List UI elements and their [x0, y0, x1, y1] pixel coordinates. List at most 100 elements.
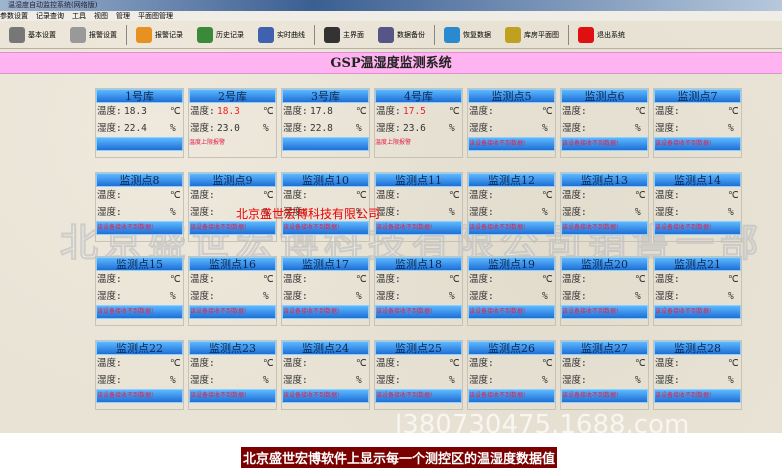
temp-row: 温度: ℃	[561, 187, 648, 204]
card-header: 监测点5	[468, 89, 555, 103]
monitor-card[interactable]: 监测点27 温度: ℃ 湿度:% 该设备接收不到数据!	[560, 340, 649, 410]
temp-unit: ℃	[542, 190, 553, 201]
restore-icon	[444, 26, 460, 43]
toolbar-button[interactable]: 退出系统	[573, 23, 630, 47]
window-title: 温湿度自动监控系统(网络版)	[0, 0, 782, 11]
monitor-card[interactable]: 监测点20 温度: ℃ 湿度:% 该设备接收不到数据!	[560, 256, 649, 326]
hum-value: 23.6	[403, 123, 426, 134]
monitor-card[interactable]: 监测点26 温度: ℃ 湿度:% 该设备接收不到数据!	[467, 340, 556, 410]
card-status: 该设备接收不到数据!	[96, 305, 183, 319]
card-status: 温度上限报警	[375, 139, 412, 146]
temp-label: 温度:	[469, 190, 494, 201]
card-header: 监测点23	[189, 341, 276, 355]
alarm-icon	[136, 26, 152, 43]
temp-label: 温度:	[97, 358, 122, 369]
temp-label: 温度:	[655, 106, 680, 117]
monitor-card[interactable]: 2号库 温度: 18.3 ℃ 湿度: 23.0% 温度上限报警	[188, 88, 277, 158]
monitor-card[interactable]: 监测点24 温度: ℃ 湿度:% 该设备接收不到数据!	[281, 340, 370, 410]
card-header: 监测点26	[468, 341, 555, 355]
toolbar-button[interactable]: 实时曲线	[253, 23, 310, 47]
monitor-card[interactable]: 监测点14 温度: ℃ 湿度:% 该设备接收不到数据!	[653, 172, 742, 242]
temp-label: 温度:	[562, 274, 587, 285]
menu-item[interactable]: 管理	[116, 11, 130, 21]
app-window: 温湿度自动监控系统(网络版) 参数设置 记录查询 工具 视图 管理 平面图管理 基本设置 报…	[0, 0, 782, 433]
menu-item[interactable]: 记录查询	[36, 11, 64, 21]
menu-item[interactable]: 工具	[72, 11, 86, 21]
temp-row: 温度: ℃	[282, 271, 369, 288]
monitor-card[interactable]: 监测点28 温度: ℃ 湿度:% 该设备接收不到数据!	[653, 340, 742, 410]
temp-label: 温度:	[376, 358, 401, 369]
monitor-card[interactable]: 监测点7 温度: ℃ 湿度:% 该设备接收不到数据!	[653, 88, 742, 158]
card-status: 该设备接收不到数据!	[561, 389, 648, 403]
toolbar-label: 数据备份	[397, 30, 425, 39]
monitor-card[interactable]: 监测点6 温度: ℃ 湿度:% 该设备接收不到数据!	[560, 88, 649, 158]
monitor-card[interactable]: 4号库 温度: 17.5 ℃ 湿度: 23.6% 温度上限报警	[374, 88, 463, 158]
toolbar-separator	[126, 24, 127, 45]
temp-unit: ℃	[635, 106, 646, 117]
card-header: 监测点14	[654, 173, 741, 187]
monitor-card[interactable]: 监测点5 温度: ℃ 湿度:% 该设备接收不到数据!	[467, 88, 556, 158]
monitor-card[interactable]: 监测点16 温度: ℃ 湿度:% 该设备接收不到数据!	[188, 256, 277, 326]
hum-label: 湿度:	[190, 123, 215, 134]
monitor-card[interactable]: 1号库 温度: 18.3 ℃ 湿度: 22.4%	[95, 88, 184, 158]
temp-label: 温度:	[97, 274, 122, 285]
toolbar-button[interactable]: 报警记录	[131, 23, 188, 47]
monitor-card[interactable]: 监测点8 温度: ℃ 湿度:% 该设备接收不到数据!	[95, 172, 184, 242]
toolbar-button[interactable]: 报警设置	[65, 23, 122, 47]
monitor-card[interactable]: 监测点17 温度: ℃ 湿度:% 该设备接收不到数据!	[281, 256, 370, 326]
monitor-card[interactable]: 监测点23 温度: ℃ 湿度:% 该设备接收不到数据!	[188, 340, 277, 410]
monitor-card[interactable]: 监测点13 温度: ℃ 湿度:% 该设备接收不到数据!	[560, 172, 649, 242]
monitor-card[interactable]: 监测点12 温度: ℃ 湿度:% 该设备接收不到数据!	[467, 172, 556, 242]
monitor-card[interactable]: 监测点22 温度: ℃ 湿度:% 该设备接收不到数据!	[95, 340, 184, 410]
backup-icon	[378, 26, 394, 43]
menu-item[interactable]: 参数设置	[0, 11, 28, 21]
temp-label: 温度:	[190, 106, 215, 117]
monitor-card[interactable]: 监测点11 温度: ℃ 湿度:% 该设备接收不到数据!	[374, 172, 463, 242]
card-header: 监测点8	[96, 173, 183, 187]
toolbar-button[interactable]: 数据备份	[373, 23, 430, 47]
temp-unit: ℃	[449, 106, 460, 117]
temp-label: 温度:	[283, 106, 308, 117]
toolbar-label: 退出系统	[597, 30, 625, 39]
hum-unit: %	[728, 375, 734, 386]
hum-label: 湿度:	[97, 291, 122, 302]
temp-unit: ℃	[728, 106, 739, 117]
hum-row: 湿度:%	[468, 288, 555, 305]
hum-row: 湿度:%	[654, 288, 741, 305]
hum-row: 湿度: 22.8%	[282, 120, 369, 137]
hum-label: 湿度:	[376, 375, 401, 386]
menu-item[interactable]: 平面图管理	[138, 11, 173, 21]
temp-row: 温度: ℃	[654, 103, 741, 120]
hum-unit: %	[356, 375, 362, 386]
temp-row: 温度: ℃	[282, 355, 369, 372]
card-header: 监测点28	[654, 341, 741, 355]
hum-unit: %	[542, 123, 548, 134]
hum-row: 湿度:%	[375, 372, 462, 389]
menu-item[interactable]: 视图	[94, 11, 108, 21]
temp-unit: ℃	[635, 358, 646, 369]
toolbar-button[interactable]: 历史记录	[192, 23, 249, 47]
toolbar-button[interactable]: 主界面	[319, 23, 369, 47]
toolbar-button[interactable]: 库房平面图	[500, 23, 564, 47]
temp-unit: ℃	[542, 106, 553, 117]
card-status: 该设备接收不到数据!	[654, 221, 741, 235]
monitor-card[interactable]: 监测点18 温度: ℃ 湿度:% 该设备接收不到数据!	[374, 256, 463, 326]
toolbar-button[interactable]: 基本设置	[4, 23, 61, 47]
toolbar-separator	[434, 24, 435, 45]
card-header: 监测点11	[375, 173, 462, 187]
monitor-card[interactable]: 监测点15 温度: ℃ 湿度:% 该设备接收不到数据!	[95, 256, 184, 326]
temp-unit: ℃	[449, 190, 460, 201]
toolbar-label: 基本设置	[28, 30, 56, 39]
monitor-card[interactable]: 监测点19 温度: ℃ 湿度:% 该设备接收不到数据!	[467, 256, 556, 326]
hum-value: 22.4	[124, 123, 147, 134]
temp-row: 温度: ℃	[468, 187, 555, 204]
page-title: GSP温湿度监测系统	[0, 52, 782, 74]
temp-unit: ℃	[170, 358, 181, 369]
hum-row: 湿度:%	[189, 288, 276, 305]
toolbar-button[interactable]: 恢复数据	[439, 23, 496, 47]
card-status: 该设备接收不到数据!	[468, 137, 555, 151]
monitor-card[interactable]: 3号库 温度: 17.8 ℃ 湿度: 22.8%	[281, 88, 370, 158]
monitor-card[interactable]: 监测点25 温度: ℃ 湿度:% 该设备接收不到数据!	[374, 340, 463, 410]
monitor-card[interactable]: 监测点21 温度: ℃ 湿度:% 该设备接收不到数据!	[653, 256, 742, 326]
toolbar-label: 历史记录	[216, 30, 244, 39]
